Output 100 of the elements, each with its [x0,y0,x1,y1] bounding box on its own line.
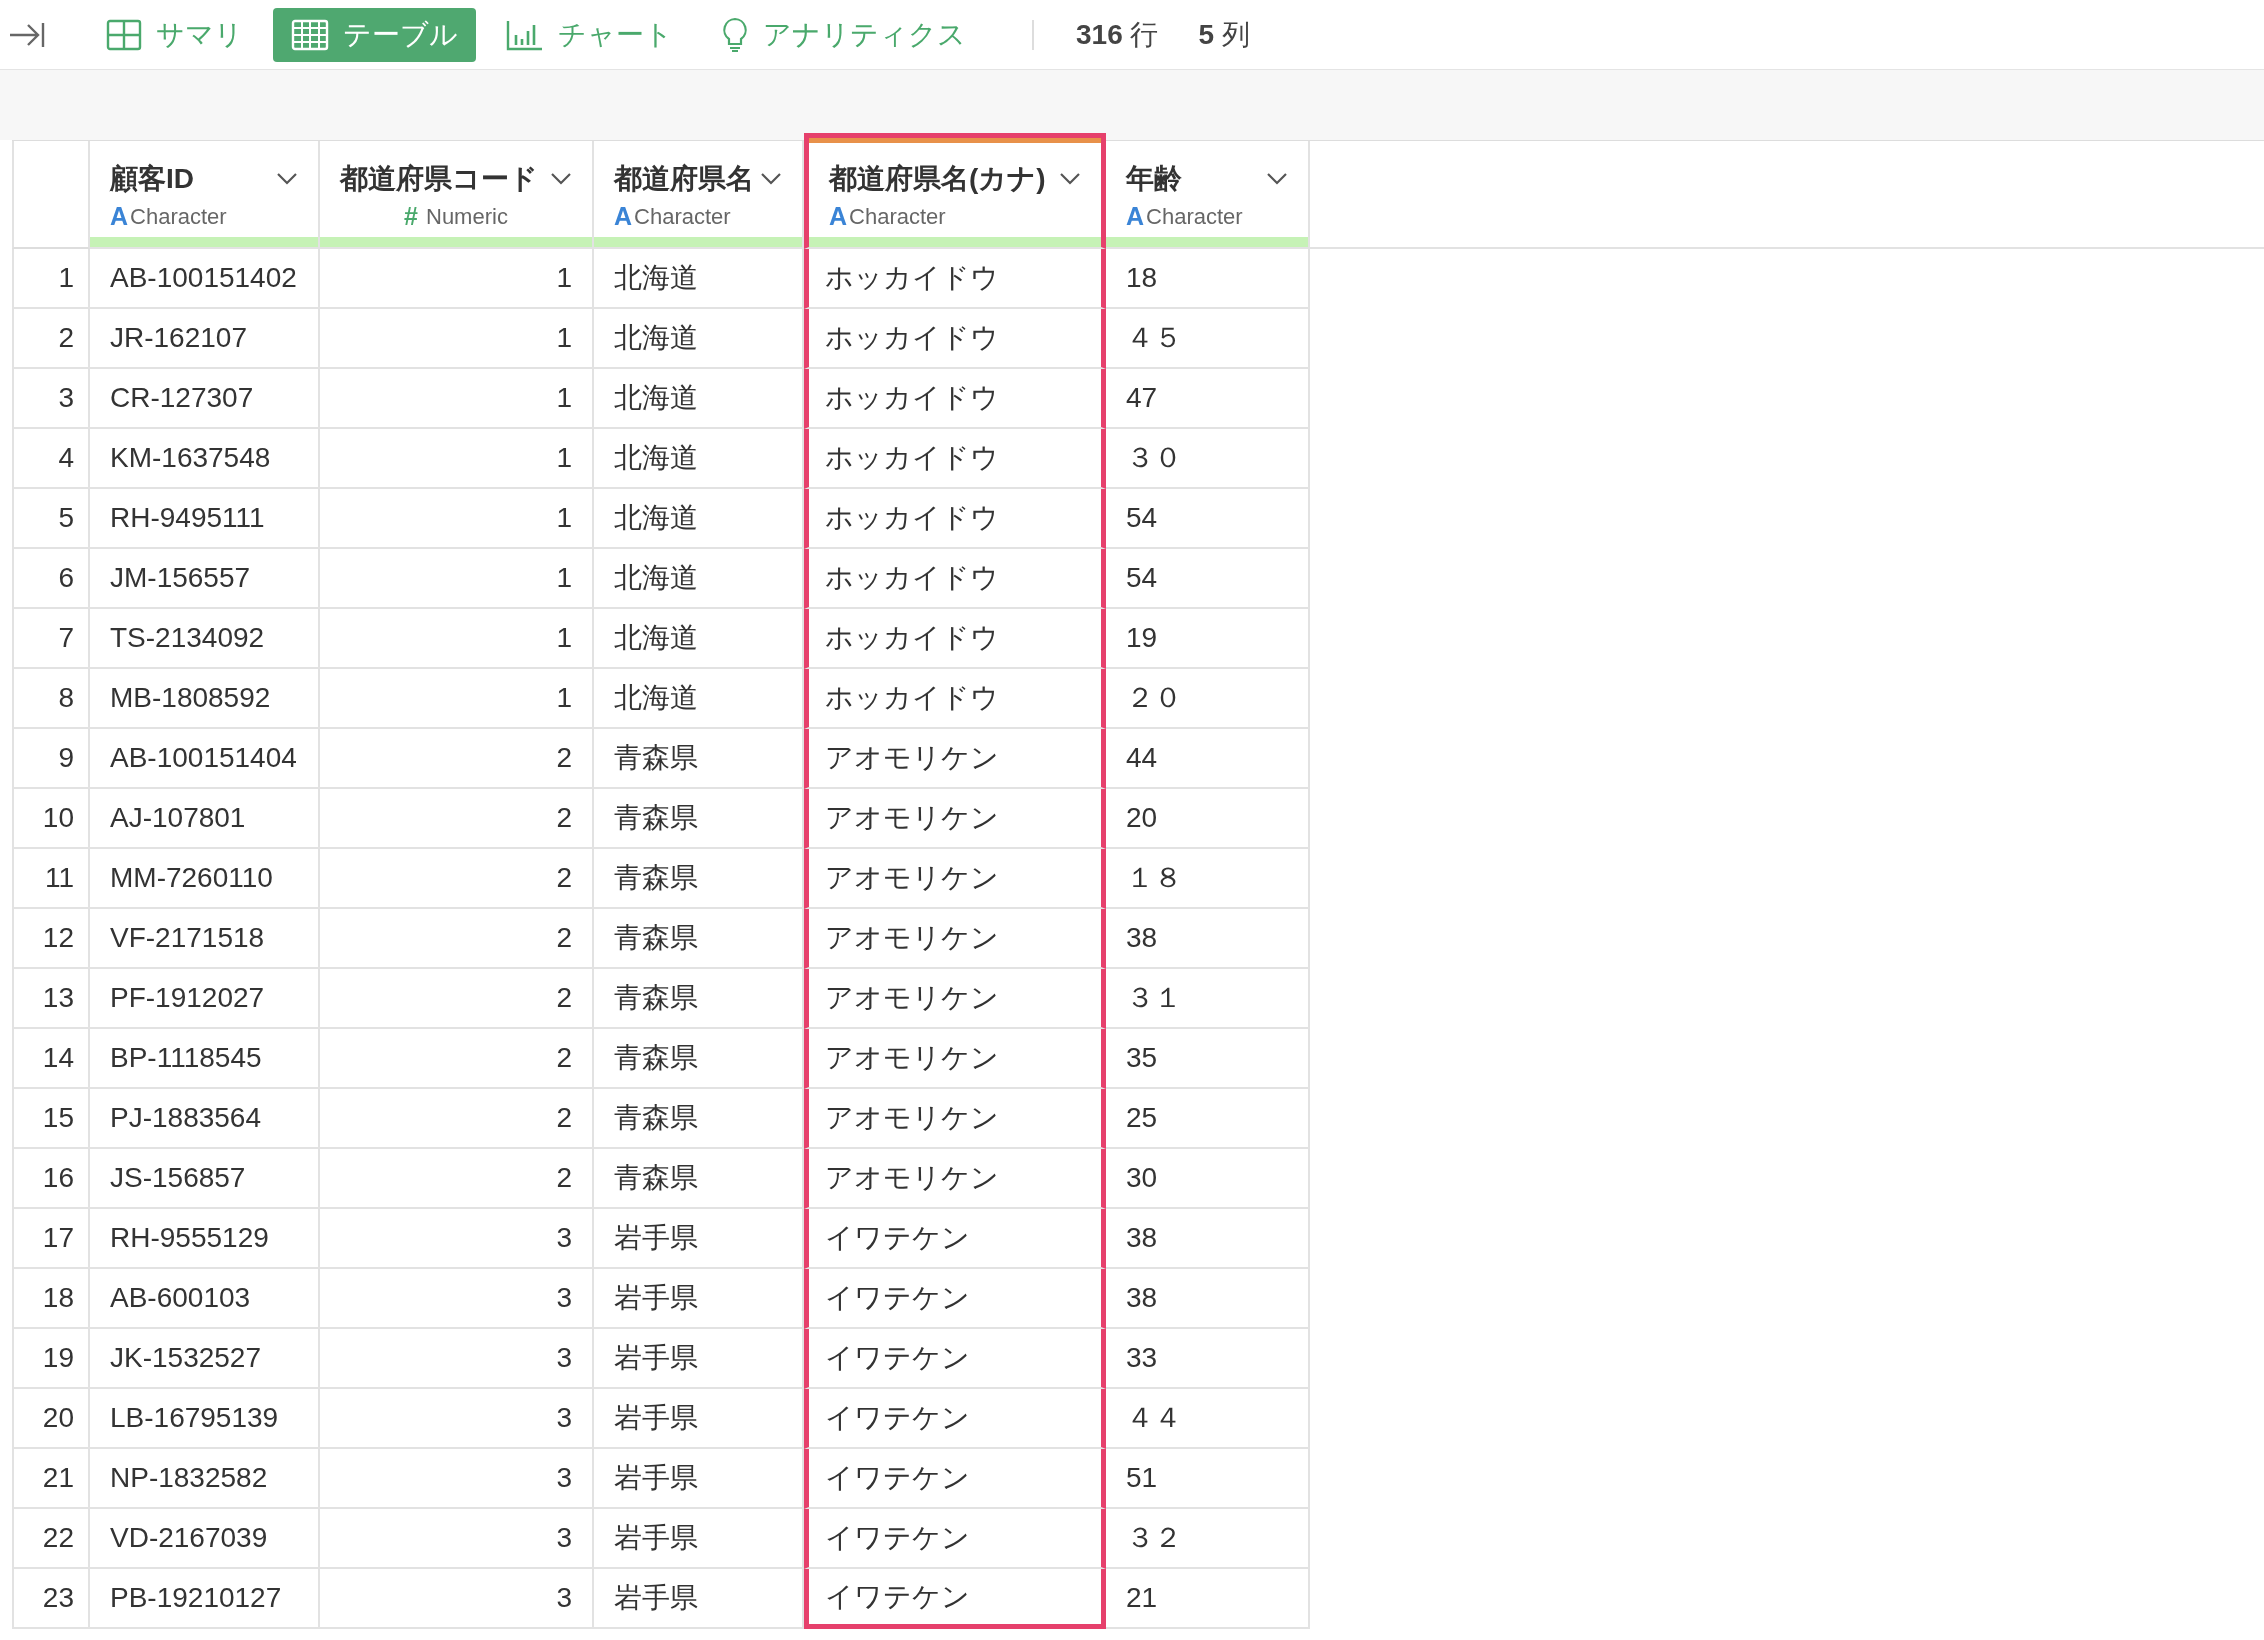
table-cell: 青森県 [594,909,804,969]
table-cell: TS-2134092 [90,609,320,669]
table-cell: イワテケン [804,1269,1106,1329]
table-cell: MB-1808592 [90,669,320,729]
table-cell: ホッカイドウ [804,669,1106,729]
column-type: Numeric [426,203,508,230]
table-cell: アオモリケン [804,1029,1106,1089]
table-cell: ホッカイドウ [804,369,1106,429]
table-cell: 岩手県 [594,1569,804,1629]
table-cell: イワテケン [804,1209,1106,1269]
row-number: 10 [12,789,90,849]
row-number: 5 [12,489,90,549]
row-number: 19 [12,1329,90,1389]
table-cell: ホッカイドウ [804,429,1106,489]
table-cell: AB-600103 [90,1269,320,1329]
table-cell: 青森県 [594,1089,804,1149]
table-cell: 3 [320,1209,594,1269]
column-header[interactable]: 年齢 ACharacter [1106,141,1310,249]
table-cell: ホッカイドウ [804,249,1106,309]
type-icon: A [1126,202,1145,231]
table-cell: 3 [320,1269,594,1329]
row-number: 16 [12,1149,90,1209]
table-cell: アオモリケン [804,789,1106,849]
row-number: 14 [12,1029,90,1089]
table-cell: 北海道 [594,489,804,549]
table-cell: イワテケン [804,1389,1106,1449]
chevron-down-icon[interactable] [1059,172,1081,186]
table-cell: KM-1637548 [90,429,320,489]
table-cell: アオモリケン [804,849,1106,909]
table-cell: NP-1832582 [90,1449,320,1509]
row-number: 3 [12,369,90,429]
table-cell: RH-9495111 [90,489,320,549]
column-name: 年齢 [1126,162,1182,196]
table-cell: ４５ [1106,309,1310,369]
table-cell: ホッカイドウ [804,549,1106,609]
table-cell: 2 [320,849,594,909]
table-cell: 青森県 [594,729,804,789]
table-cell: 1 [320,309,594,369]
column-header[interactable]: 都道府県名(カナ) ACharacter [804,133,1106,249]
table-cell: 岩手県 [594,1449,804,1509]
table-cell: 青森県 [594,969,804,1029]
table-cell: 2 [320,789,594,849]
column-type: Character [634,203,731,230]
table-cell: 青森県 [594,1029,804,1089]
table-cell: VD-2167039 [90,1509,320,1569]
lightbulb-icon [721,16,749,53]
table-cell: JM-156557 [90,549,320,609]
chevron-down-icon[interactable] [550,172,572,186]
table-cell: 20 [1106,789,1310,849]
table-cell: 北海道 [594,669,804,729]
table-cell: 47 [1106,369,1310,429]
table-cell: BP-1118545 [90,1029,320,1089]
table-cell: 51 [1106,1449,1310,1509]
table-cell: 1 [320,489,594,549]
table-cell: アオモリケン [804,909,1106,969]
table-cell: 38 [1106,1209,1310,1269]
table-cell: 青森県 [594,1149,804,1209]
table-cell: ３２ [1106,1509,1310,1569]
table-cell: ホッカイドウ [804,309,1106,369]
chevron-down-icon[interactable] [1266,172,1288,186]
row-number: 21 [12,1449,90,1509]
table-cell: ４４ [1106,1389,1310,1449]
table-cell: 1 [320,249,594,309]
table-cell: 3 [320,1569,594,1629]
table-cell: 北海道 [594,249,804,309]
table-cell: 北海道 [594,309,804,369]
table-cell: 岩手県 [594,1509,804,1569]
table-cell: 35 [1106,1029,1310,1089]
row-number: 6 [12,549,90,609]
table-cell: 1 [320,669,594,729]
row-number: 13 [12,969,90,1029]
row-number: 8 [12,669,90,729]
row-number: 11 [12,849,90,909]
table-cell: 岩手県 [594,1209,804,1269]
table-cell: 21 [1106,1569,1310,1629]
table-cell: アオモリケン [804,969,1106,1029]
table-cell: 3 [320,1449,594,1509]
table-cell: 1 [320,369,594,429]
table-cell: PF-1912027 [90,969,320,1029]
column-name: 都道府県コード [340,162,538,196]
table-icon [291,18,329,51]
column-type: Character [130,203,227,230]
column-header[interactable]: 都道府県名 ACharacter [594,141,804,249]
type-icon: A [614,202,633,231]
table-cell: 25 [1106,1089,1310,1149]
table-cell: PJ-1883564 [90,1089,320,1149]
type-icon: A [829,202,848,231]
row-number: 9 [12,729,90,789]
column-header[interactable]: 都道府県コード # Numeric [320,141,594,249]
column-type: Character [849,203,946,230]
chevron-down-icon[interactable] [760,172,782,186]
column-header[interactable]: 顧客ID ACharacter [90,141,320,249]
table-cell: ホッカイドウ [804,609,1106,669]
table-cell: アオモリケン [804,729,1106,789]
chevron-down-icon[interactable] [276,172,298,186]
table-cell: 1 [320,609,594,669]
type-icon: A [110,202,129,231]
table-cell: 38 [1106,909,1310,969]
column-name: 都道府県名 [614,162,754,196]
table-cell: 44 [1106,729,1310,789]
